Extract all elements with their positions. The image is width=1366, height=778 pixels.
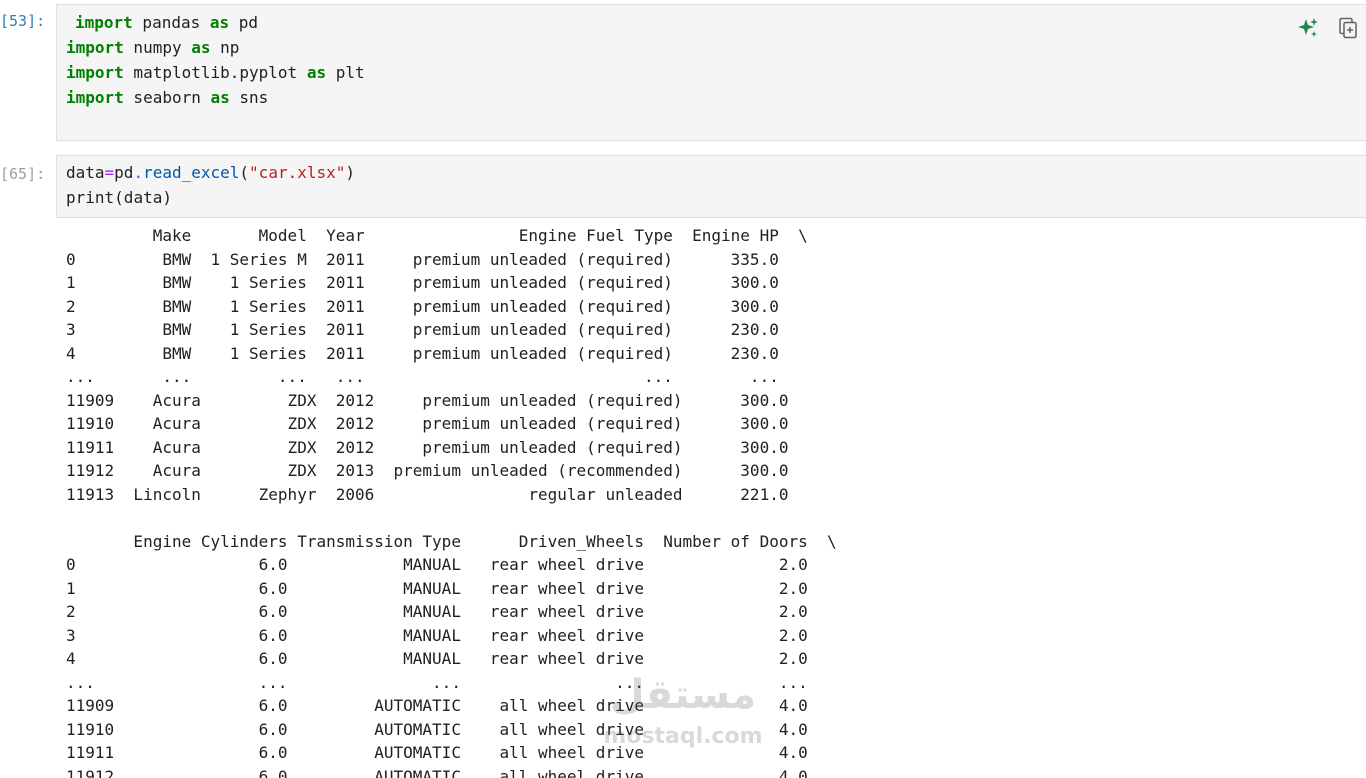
code-line: import seaborn as sns — [66, 88, 268, 108]
output-line: ... ... ... ... ... ... — [66, 367, 779, 386]
output-line: 11910 6.0 AUTOMATIC all wheel drive 4.0 — [66, 719, 808, 739]
output-line: 11909 6.0 AUTOMATIC all wheel drive 4.0 — [66, 696, 808, 715]
output-line: 11913 Lincoln Zephyr 2006 regular unlead… — [66, 484, 789, 504]
cell-prompt-65: [65]: — [0, 165, 46, 183]
output-line: Make Model Year Engine Fuel Type Engine … — [66, 226, 808, 245]
code-token: ( — [239, 163, 250, 182]
code-token: pd — [229, 13, 259, 32]
output-line: Engine Cylinders Transmission Type Drive… — [66, 531, 837, 551]
cell-prompt-53: [53]: — [0, 12, 46, 30]
code-cell-read-excel[interactable]: data=pd.read_excel("car.xlsx") print(data… — [56, 155, 1366, 218]
code-token: print — [66, 188, 115, 207]
output-line: 3 6.0 MANUAL rear wheel drive 2.0 — [66, 625, 808, 645]
code-token: data — [66, 163, 105, 182]
code-token: sns — [229, 88, 269, 107]
code-line: data=pd.read_excel("car.xlsx") — [66, 163, 355, 183]
code-token: as — [209, 13, 230, 32]
output-line: 4 6.0 MANUAL rear wheel drive 2.0 — [66, 649, 808, 668]
code-token: ) — [345, 163, 356, 182]
output-line: ... ... ... ... ... — [66, 672, 808, 692]
code-token: (data) — [114, 188, 172, 207]
output-line: 2 6.0 MANUAL rear wheel drive 2.0 — [66, 602, 808, 621]
output-line: 2 BMW 1 Series 2011 premium unleaded (re… — [66, 296, 779, 316]
output-line: 11911 Acura ZDX 2012 premium unleaded (r… — [66, 437, 789, 457]
code-token: seaborn — [123, 88, 211, 107]
output-line: 11912 6.0 AUTOMATIC all wheel drive 4.0 — [66, 766, 808, 778]
code-token: pd — [114, 163, 134, 182]
code-line: import numpy as np — [66, 38, 239, 58]
code-line: import matplotlib.pyplot as plt — [66, 63, 365, 83]
output-line: 3 BMW 1 Series 2011 premium unleaded (re… — [66, 320, 779, 339]
code-token: read_excel — [143, 163, 240, 182]
code-cell-imports[interactable]: import pandas as pd import numpy as np imp… — [56, 4, 1366, 141]
code-token: . — [133, 163, 144, 182]
output-line: 11912 Acura ZDX 2013 premium unleaded (r… — [66, 461, 789, 480]
sparkle-icon[interactable] — [1295, 15, 1321, 41]
code-token: pandas — [132, 13, 210, 32]
code-token: import — [75, 13, 133, 32]
code-token: as — [191, 38, 211, 57]
output-line: 0 6.0 MANUAL rear wheel drive 2.0 — [66, 555, 808, 574]
copy-icon[interactable] — [1335, 15, 1361, 41]
output-line: 1 BMW 1 Series 2011 premium unleaded (re… — [66, 273, 779, 292]
code-token: as — [306, 63, 327, 82]
output-line: 1 6.0 MANUAL rear wheel drive 2.0 — [66, 578, 808, 598]
code-token: plt — [326, 63, 365, 82]
code-line: print(data) — [66, 188, 172, 208]
output-line: 11909 Acura ZDX 2012 premium unleaded (r… — [66, 390, 789, 410]
code-token: import — [66, 88, 124, 107]
code-token: = — [104, 163, 115, 182]
output-line: 11911 6.0 AUTOMATIC all wheel drive 4.0 — [66, 743, 808, 762]
code-token: numpy — [123, 38, 192, 57]
code-token: matplotlib.pyplot — [123, 63, 307, 82]
code-token: "car.xlsx" — [249, 163, 346, 182]
output-line: 11910 Acura ZDX 2012 premium unleaded (r… — [66, 414, 789, 433]
code-token: import — [66, 38, 124, 57]
code-line: import pandas as pd — [75, 13, 258, 33]
output-line: 0 BMW 1 Series M 2011 premium unleaded (… — [66, 249, 779, 269]
code-token: as — [210, 88, 230, 107]
output-line: 4 BMW 1 Series 2011 premium unleaded (re… — [66, 343, 779, 363]
code-token: np — [210, 38, 240, 57]
code-token: import — [66, 63, 124, 82]
